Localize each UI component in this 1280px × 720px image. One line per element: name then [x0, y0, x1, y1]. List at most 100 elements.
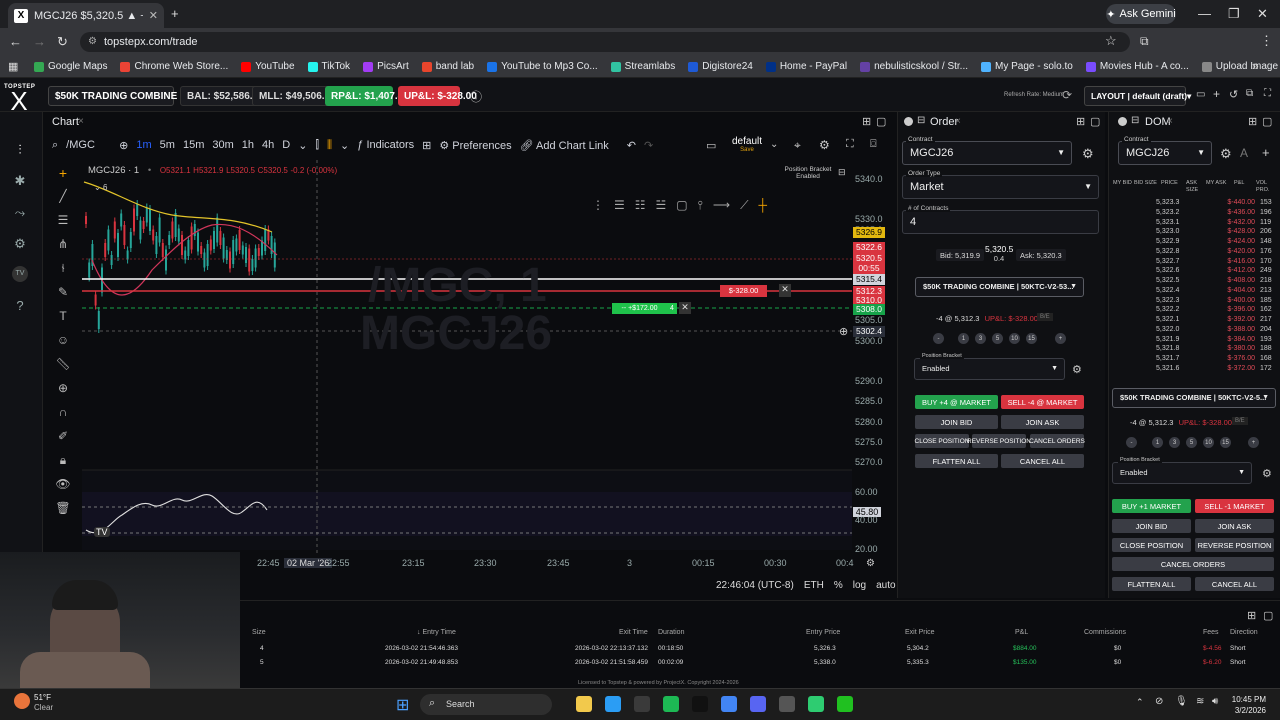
more-bookmarks-icon[interactable]: » — [1252, 59, 1259, 73]
magnet-icon[interactable]: ∩ — [52, 405, 74, 429]
bookmark-item[interactable]: Chrome Web Store... — [120, 61, 228, 72]
dom-row[interactable]: 5,321.6 $-372.00 172 — [1110, 365, 1278, 374]
join-bid-button[interactable]: JOIN BID — [915, 415, 998, 429]
dom-row[interactable]: 5,322.5 $-408.00 218 — [1110, 277, 1278, 286]
trades-column-header[interactable]: ↓ Entry Time — [417, 629, 456, 636]
dom-row[interactable]: 5,321.7 $-376.00 168 — [1110, 355, 1278, 364]
eye-icon[interactable]: 👁︎ — [52, 477, 74, 501]
chart-icon[interactable]: ⫶ — [12, 142, 28, 158]
dom-cancel-orders-button[interactable]: CANCEL ORDERS — [1112, 557, 1274, 571]
dom-row[interactable]: 5,323.3 $-440.00 153 — [1110, 199, 1278, 208]
bookmark-item[interactable]: Digistore24 — [688, 61, 753, 72]
dom-contract-select[interactable]: MGCJ26 ▼ — [1118, 141, 1212, 165]
dom-row[interactable]: 5,322.7 $-416.00 170 — [1110, 258, 1278, 267]
reset-layout-icon[interactable]: ↺ — [1229, 88, 1238, 101]
forward-icon[interactable]: → — [33, 34, 46, 49]
lock-pencil-icon[interactable]: ✐ — [52, 429, 74, 453]
cancel-orders-button[interactable]: CANCEL ORDERS — [1029, 434, 1085, 448]
bookmark-item[interactable]: My Page - solo.to — [981, 61, 1073, 72]
increase-size-button[interactable]: + — [1248, 437, 1259, 448]
settings-icon[interactable]: ⚙ — [819, 138, 830, 152]
dom-row[interactable]: 5,322.8 $-420.00 176 — [1110, 248, 1278, 257]
timeframe-5m[interactable]: 5m — [160, 139, 175, 151]
sell-market-button[interactable]: SELL -4 @ MARKET — [1001, 395, 1084, 409]
dom-flatten-all-button[interactable]: FLATTEN ALL — [1112, 577, 1191, 591]
decrease-size-button[interactable]: - — [1126, 437, 1137, 448]
dom-size-preset-5[interactable]: 5 — [1186, 437, 1197, 448]
taskbar-search[interactable]: Search — [420, 694, 552, 715]
bookmark-item[interactable]: Movies Hub - A co... — [1085, 61, 1189, 72]
trades-column-header[interactable]: Entry Price — [806, 629, 840, 636]
bookmark-item[interactable]: Streamlabs — [610, 61, 675, 72]
maximize-panel-icon[interactable]: ▢ — [1090, 115, 1100, 128]
trendline-tool-icon[interactable]: ╱ — [52, 189, 74, 213]
add-alert-icon[interactable]: ⊕ — [839, 325, 848, 338]
trades-column-header[interactable]: Duration — [658, 629, 684, 636]
timeframe-1h[interactable]: 1h — [242, 139, 254, 151]
dom-row[interactable]: 5,322.0 $-388.00 204 — [1110, 326, 1278, 335]
dom-close-position-button[interactable]: CLOSE POSITION — [1112, 538, 1191, 552]
tray-app-icon[interactable]: ⊘ — [1155, 696, 1163, 707]
close-window-icon[interactable]: ✕ — [1257, 6, 1268, 22]
bookmark-item[interactable]: YouTube to Mp3 Co... — [487, 61, 598, 72]
dom-row[interactable]: 5,321.9 $-384.00 193 — [1110, 336, 1278, 345]
refresh-icon[interactable]: ⟳ — [1062, 88, 1072, 102]
info-icon[interactable]: ⓘ — [470, 88, 482, 105]
horizontal-ray-icon[interactable]: ⟶ — [713, 198, 730, 214]
center-dom-icon[interactable]: + — [1262, 145, 1270, 160]
lines-icon[interactable]: ☱ — [656, 198, 667, 214]
templates-icon[interactable]: ⊞ — [422, 139, 431, 152]
save-layout-icon[interactable]: ▭ — [1196, 89, 1205, 100]
camera-icon[interactable]: ⌼ — [870, 138, 877, 151]
add-panel-icon[interactable]: ⊞ — [862, 115, 871, 128]
topstep-tv-icon[interactable]: TV — [12, 266, 28, 282]
trades-column-header[interactable]: Commissions — [1084, 629, 1126, 636]
timeframe-4h[interactable]: 4h — [262, 139, 274, 151]
menu-dots-icon[interactable]: ⋮ — [1260, 33, 1273, 49]
close-position-button[interactable]: CLOSE POSITION — [915, 434, 969, 448]
bookmark-item[interactable]: PicsArt — [363, 61, 409, 72]
contracts-input[interactable]: 4 — [902, 210, 1099, 234]
bookmark-item[interactable]: TikTok — [307, 61, 350, 72]
brush-tool-icon[interactable]: ✎ — [52, 285, 74, 309]
preferences-button[interactable]: ⚙ Preferences — [439, 139, 511, 152]
trades-column-header[interactable]: Exit Price — [905, 629, 935, 636]
fullscreen-icon[interactable]: ⛶ — [1264, 88, 1271, 99]
dom-row[interactable]: 5,322.1 $-392.00 217 — [1110, 316, 1278, 325]
bookmark-item[interactable]: Home - PayPal — [765, 61, 847, 72]
trades-column-header[interactable]: Direction — [1230, 629, 1258, 636]
dom-size-preset-15[interactable]: 15 — [1220, 437, 1231, 448]
close-panel-icon[interactable]: × — [1167, 116, 1173, 127]
dom-size-preset-1[interactable]: 1 — [1152, 437, 1163, 448]
link-dot-icon[interactable] — [904, 117, 913, 126]
breakeven-button[interactable]: B/E — [1037, 313, 1053, 321]
ask-gemini-button[interactable]: ✦ Ask Gemini — [1106, 4, 1176, 24]
bookmark-item[interactable]: Upload Image — re... — [1201, 61, 1280, 72]
link-dot-icon[interactable] — [1118, 117, 1127, 126]
redo-icon[interactable]: ↷ — [644, 139, 653, 152]
dom-join-bid-button[interactable]: JOIN BID — [1112, 519, 1191, 533]
trades-column-header[interactable]: P&L — [1015, 629, 1028, 636]
candles-icon[interactable]: ⫼ — [327, 139, 332, 152]
price-range-icon[interactable]: ⫯ — [698, 198, 703, 214]
search-icon[interactable]: ⌕ — [52, 139, 58, 152]
terminal-icon[interactable] — [808, 696, 824, 712]
layout-selector[interactable]: LAYOUT | default (draft) ▾ — [1084, 86, 1191, 106]
take-profit-tag[interactable]: -- +$172.00 — [612, 303, 667, 314]
add-panel-icon[interactable]: ⊞ — [1248, 115, 1257, 128]
lock-icon[interactable]: 🔒︎ — [52, 453, 74, 477]
system-clock[interactable]: 10:45 PM 3/2/2026 — [1230, 694, 1266, 716]
analytics-icon[interactable]: ⤳ — [12, 205, 28, 221]
maximize-panel-icon[interactable]: ▢ — [1262, 115, 1272, 128]
bid-price[interactable]: Bid: 5,319.9 — [936, 249, 985, 261]
pitchfork-icon[interactable]: ⋔ — [52, 237, 74, 261]
close-panel-icon[interactable]: × — [955, 116, 961, 127]
dom-size-preset-3[interactable]: 3 — [1169, 437, 1180, 448]
horizontal-lines-icon[interactable]: ☰ — [52, 213, 74, 237]
trash-icon[interactable]: 🗑︎ — [52, 501, 74, 525]
chart-template-selector[interactable]: default Save — [730, 136, 764, 153]
flatten-all-button[interactable]: FLATTEN ALL — [915, 454, 998, 468]
ask-price[interactable]: Ask: 5,320.3 — [1016, 249, 1066, 261]
apps-grid-icon[interactable]: ▦ — [8, 60, 18, 73]
buy-market-button[interactable]: BUY +4 @ MARKET — [915, 395, 998, 409]
